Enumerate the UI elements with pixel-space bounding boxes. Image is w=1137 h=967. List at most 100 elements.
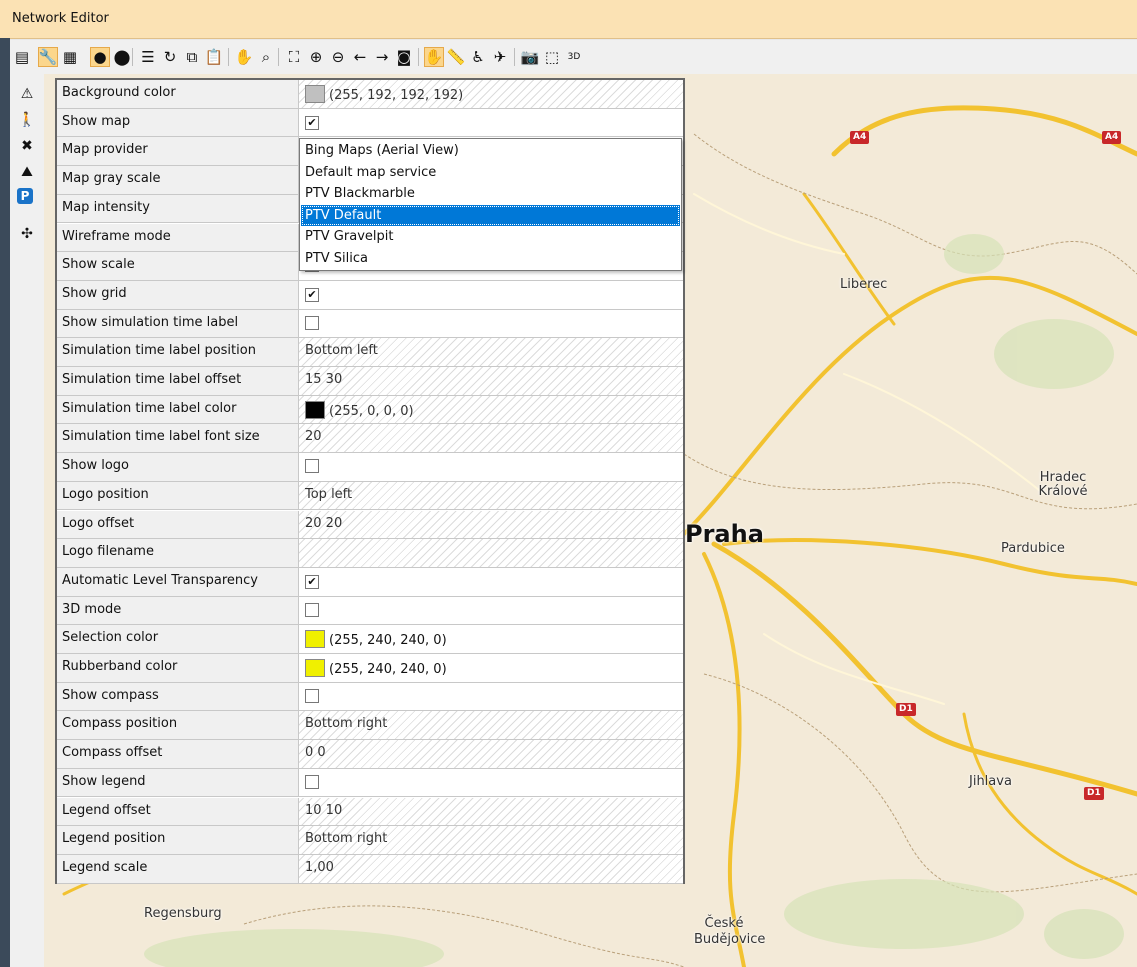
property-row[interactable]: Compass offset 0 0	[57, 740, 683, 769]
location-pin-icon[interactable]: ⬤	[112, 47, 132, 67]
property-value[interactable]: Bottom left	[299, 338, 683, 366]
toolbar-separator	[132, 48, 133, 66]
property-value[interactable]	[299, 453, 683, 481]
property-row[interactable]: Show compass	[57, 682, 683, 712]
property-row[interactable]: Legend position Bottom right	[57, 826, 683, 855]
property-checkbox[interactable]	[305, 688, 319, 703]
pedestrian-icon[interactable]: ♿	[468, 47, 488, 67]
property-value[interactable]: Bottom right	[299, 711, 683, 740]
layout-menu-icon[interactable]: ▤	[12, 47, 32, 67]
property-value[interactable]: ✔	[299, 109, 683, 137]
color-swatch	[305, 85, 325, 103]
property-checkbox[interactable]	[305, 315, 319, 330]
property-value[interactable]	[299, 683, 683, 711]
map-provider-option[interactable]: Bing Maps (Aerial View)	[301, 140, 680, 162]
property-name: Selection color	[57, 625, 299, 653]
property-row[interactable]: Simulation time label offset 15 30	[57, 367, 683, 396]
property-value[interactable]: 1,00	[299, 854, 683, 883]
property-value[interactable]	[299, 310, 683, 338]
property-value[interactable]	[299, 597, 683, 625]
property-row[interactable]: Logo position Top left	[57, 481, 683, 511]
property-row[interactable]: Show legend	[57, 768, 683, 798]
redo-icon[interactable]: ↻	[160, 47, 180, 67]
property-checkbox[interactable]	[305, 459, 319, 474]
property-value[interactable]: 20 20	[299, 510, 683, 539]
property-checkbox[interactable]: ✔	[305, 115, 319, 130]
zoom-in-icon[interactable]: ⊕	[306, 47, 326, 67]
property-row[interactable]: Rubberband color (255, 240, 240, 0)	[57, 654, 683, 683]
property-checkbox[interactable]	[305, 602, 319, 617]
forward-arrow-icon[interactable]: →	[372, 47, 392, 67]
property-value[interactable]: ✔	[299, 568, 683, 596]
property-checkbox[interactable]: ✔	[305, 574, 319, 589]
property-row[interactable]: 3D mode	[57, 596, 683, 626]
pan-hand-icon[interactable]: ✋	[424, 47, 444, 67]
property-value[interactable]: 10 10	[299, 797, 683, 826]
color-swatch	[305, 659, 325, 677]
property-row[interactable]: Show grid ✔	[57, 280, 683, 310]
wrench-icon[interactable]: 🔧	[38, 47, 58, 67]
property-value[interactable]: (255, 240, 240, 0)	[299, 625, 683, 653]
property-row[interactable]: Legend scale 1,00	[57, 854, 683, 884]
property-row[interactable]: Show logo	[57, 453, 683, 482]
globe-icon[interactable]: ●	[90, 47, 110, 67]
property-row[interactable]: Simulation time label font size 20	[57, 424, 683, 454]
property-name: Background color	[57, 80, 299, 108]
network-icon[interactable]: ✣	[17, 224, 37, 244]
property-value[interactable]: (255, 240, 240, 0)	[299, 654, 683, 682]
clipboard-icon[interactable]: 📋	[204, 47, 224, 67]
zoom-select-icon[interactable]: ⌕	[256, 47, 276, 67]
property-checkbox[interactable]	[305, 774, 319, 789]
property-value[interactable]	[299, 539, 683, 567]
conflict-icon[interactable]: ✖	[17, 136, 37, 156]
property-row[interactable]: Compass position Bottom right	[57, 711, 683, 741]
property-row[interactable]: Show map ✔	[57, 108, 683, 138]
map-provider-option[interactable]: PTV Default	[301, 204, 680, 226]
property-value[interactable]: ✔	[299, 281, 683, 309]
pedestrian-icon[interactable]: 🚶	[17, 110, 37, 130]
property-row[interactable]: Logo offset 20 20	[57, 510, 683, 540]
zoom-fit-icon[interactable]: ⛶	[284, 47, 304, 67]
property-row[interactable]: Simulation time label position Bottom lef…	[57, 338, 683, 367]
property-value[interactable]	[299, 769, 683, 797]
map-provider-option[interactable]: PTV Silica	[301, 248, 680, 270]
property-value[interactable]: (255, 0, 0, 0)	[299, 395, 683, 424]
map-provider-option[interactable]: Default map service	[301, 162, 680, 184]
property-row[interactable]: Legend offset 10 10	[57, 797, 683, 827]
property-value[interactable]: 20	[299, 424, 683, 453]
screenshot-icon[interactable]: 📷	[520, 47, 540, 67]
property-row[interactable]: Automatic Level Transparency ✔	[57, 567, 683, 597]
flight-icon[interactable]: ✈	[490, 47, 510, 67]
parking-icon[interactable]: P	[17, 188, 33, 204]
copy-icon[interactable]: ⧉	[182, 47, 202, 67]
property-row[interactable]: Selection color (255, 240, 240, 0)	[57, 625, 683, 654]
property-row[interactable]: Simulation time label color (255, 0, 0, 0…	[57, 395, 683, 425]
hand-drag-icon[interactable]: ✋	[234, 47, 254, 67]
property-value[interactable]: Bottom right	[299, 826, 683, 854]
property-value[interactable]: Top left	[299, 481, 683, 510]
3d-mode-icon[interactable]: 3D	[564, 47, 584, 67]
city-label-liberec: Liberec	[840, 277, 888, 292]
map-provider-dropdown-list[interactable]: Bing Maps (Aerial View) Default map servi…	[299, 138, 682, 271]
measure-icon[interactable]: 📏	[446, 47, 466, 67]
property-row[interactable]: Background color (255, 192, 192, 192)	[57, 80, 683, 109]
property-checkbox[interactable]: ✔	[305, 287, 319, 302]
back-arrow-icon[interactable]: ←	[350, 47, 370, 67]
map-provider-option[interactable]: PTV Blackmarble	[301, 183, 680, 205]
property-value[interactable]: 15 30	[299, 367, 683, 395]
area-icon[interactable]: ⛰	[17, 162, 37, 182]
cube-edit-icon[interactable]: ⬚	[542, 47, 562, 67]
map-provider-option[interactable]: PTV Gravelpit	[301, 226, 680, 248]
property-name: Simulation time label position	[57, 338, 299, 366]
zoom-out-icon[interactable]: ⊖	[328, 47, 348, 67]
vehicle-warning-icon[interactable]: ⚠	[17, 84, 37, 104]
list-icon[interactable]: ☰	[138, 47, 158, 67]
camera-position-icon[interactable]: ◙	[394, 47, 414, 67]
property-value[interactable]: (255, 192, 192, 192)	[299, 80, 683, 108]
property-name: Legend offset	[57, 797, 299, 826]
property-row[interactable]: Show simulation time label	[57, 309, 683, 339]
property-row[interactable]: Logo filename	[57, 539, 683, 568]
grid-icon[interactable]: ▦	[60, 47, 80, 67]
property-value[interactable]: 0 0	[299, 740, 683, 768]
property-name: Show compass	[57, 682, 299, 711]
